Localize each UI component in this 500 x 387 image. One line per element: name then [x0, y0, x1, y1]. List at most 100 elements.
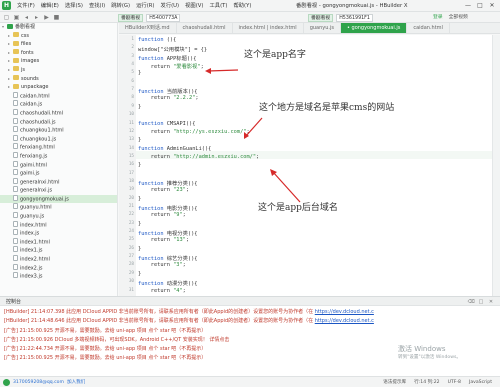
editor-minimap[interactable]	[492, 35, 500, 296]
menu-view[interactable]: 视图(V)	[182, 0, 206, 12]
tree-folder[interactable]: ▸ js	[0, 66, 117, 75]
run-icon[interactable]: ▶	[43, 14, 50, 21]
tree-file[interactable]: index2.js	[0, 263, 117, 273]
editor-tab[interactable]: chaoshudali.html	[177, 23, 233, 33]
minimize-button[interactable]: —	[462, 0, 474, 12]
code-text: return	[138, 128, 174, 135]
tree-file[interactable]: index1.js	[0, 246, 117, 255]
tree-folder[interactable]: ▸ images	[0, 57, 117, 66]
editor-tab[interactable]: HBuilderX到话.md	[119, 23, 177, 33]
login-button[interactable]: 登录	[430, 12, 446, 23]
editor-tab[interactable]: caidan.html	[407, 23, 450, 33]
tree-file[interactable]: fenxiang.js	[0, 151, 117, 161]
code-line: }	[138, 196, 141, 202]
join-us-link[interactable]: 加入我们	[67, 379, 85, 385]
encoding-status[interactable]: UTF-8	[444, 377, 465, 387]
code-text: }	[138, 245, 142, 252]
tree-file[interactable]: index3.js	[0, 272, 117, 281]
menu-goto[interactable]: 跳转(G)	[108, 0, 133, 12]
line-number: 25	[128, 237, 134, 243]
user-account[interactable]: 3170059208@qq.com	[13, 380, 64, 385]
all-videos-button[interactable]: 全部视频	[446, 12, 471, 23]
tree-item-label: guanyu.html	[20, 204, 52, 211]
maximize-button[interactable]: □	[474, 0, 486, 12]
tree-file[interactable]: index1.html	[0, 237, 117, 247]
tree-folder[interactable]: ▸ css	[0, 32, 117, 41]
editor-tab[interactable]: guanyu.js	[304, 23, 341, 33]
menu-publish[interactable]: 发行(U)	[158, 0, 183, 12]
console-link[interactable]: https://dev.dcloud.net.c	[315, 309, 374, 315]
code-keyword: function	[138, 89, 164, 96]
tree-file[interactable]: index.html	[0, 220, 117, 230]
menu-edit[interactable]: 编辑(E)	[38, 0, 62, 12]
menu-find[interactable]: 查找(I)	[86, 0, 108, 12]
app-id-select[interactable]: H5361991F1	[336, 13, 373, 22]
tree-item-label: caidan.js	[20, 101, 43, 108]
tree-file[interactable]: caidan.js	[0, 100, 117, 109]
tree-file[interactable]: generalnxi.js	[0, 186, 117, 195]
save-icon[interactable]: ▣	[13, 14, 20, 21]
menu-select[interactable]: 选择(S)	[62, 0, 86, 12]
watermark-subtitle: 转到"设置"以激活 Windows。	[398, 355, 461, 360]
tree-file[interactable]: chaoshudali.html	[0, 108, 117, 118]
language-mode[interactable]: JavaScript	[465, 377, 496, 387]
tree-file[interactable]: chaoshudali.js	[0, 117, 117, 127]
file-icon	[13, 108, 18, 115]
tree-folder[interactable]: ▸ fonts	[0, 49, 117, 58]
editor-tab[interactable]: • gongyongmokuai.js	[340, 23, 408, 33]
code-text: return	[138, 287, 174, 294]
code-line: }	[138, 162, 141, 168]
editor-tab[interactable]: index.html | index.html	[233, 23, 304, 33]
line-number-gutter: 1 2 3 4 5 6 7 8 9 10 11 12 13 14 15 16 17 18 19 20 21 22 23 24 2…	[119, 35, 136, 296]
tree-item-label: fenxiang.js	[20, 153, 48, 160]
tree-file[interactable]: gaimi.js	[0, 169, 117, 178]
syntax-hint-status[interactable]: 语法提示库	[379, 377, 410, 387]
close-button[interactable]: ✕	[486, 0, 498, 12]
tree-folder[interactable]: ▸ sounds	[0, 75, 117, 84]
tree-file[interactable]: index2.html	[0, 255, 117, 264]
console-line-text: [广告] 21:15:00.925 开源不易，需要鼓励。去给 uni-app 项…	[4, 355, 207, 362]
stop-icon[interactable]: ■	[53, 14, 60, 21]
forward-icon[interactable]: ▸	[33, 14, 40, 21]
tree-file[interactable]: caidan.html	[0, 91, 117, 101]
new-file-icon[interactable]: ▢	[3, 14, 10, 21]
tree-file[interactable]: chuangkou1.html	[0, 126, 117, 135]
tree-item-label: fenxiang.html	[20, 144, 55, 151]
tree-file[interactable]: fenxiang.html	[0, 143, 117, 152]
tree-file[interactable]: gongyongmokuai.js	[0, 194, 117, 204]
device-select[interactable]: H5400773A	[146, 13, 181, 22]
run-target-select[interactable]: 番剧看视	[308, 13, 334, 22]
user-avatar-icon[interactable]	[3, 378, 10, 386]
file-icon	[13, 194, 18, 201]
code-line: return "http://ys.eszxiu.com/";	[138, 129, 250, 135]
tree-file[interactable]: generalnxi.html	[0, 177, 117, 187]
console-link[interactable]: https://dev.dcloud.net.c	[315, 318, 374, 324]
code-text: 综艺分类(){	[163, 256, 198, 263]
back-icon[interactable]: ◂	[23, 14, 30, 21]
code-line: function (){	[138, 37, 176, 43]
file-icon	[13, 160, 18, 167]
line-number: 9	[131, 103, 134, 109]
tree-file[interactable]: index.js	[0, 229, 117, 238]
code-editor[interactable]: function (){window["公用模块"] = {} function …	[136, 35, 500, 296]
menu-help[interactable]: 帮助(Y)	[230, 0, 254, 12]
folder-icon	[13, 57, 19, 63]
menu-tools[interactable]: 工具(T)	[206, 0, 230, 12]
code-text: }	[138, 195, 142, 202]
menu-file[interactable]: 文件(F)	[14, 0, 38, 12]
menu-run[interactable]: 运行(R)	[133, 0, 157, 12]
tree-folder[interactable]: ▸ unpackage	[0, 83, 117, 92]
project-select[interactable]: 番剧看视	[118, 13, 144, 22]
code-text: CMSAPI(){	[163, 120, 196, 127]
tree-project-root[interactable]: ▾ 番剧看视	[0, 23, 117, 32]
tree-file[interactable]: guanyu.js	[0, 212, 117, 221]
line-number: 3	[131, 53, 134, 59]
tree-folder[interactable]: ▸ files	[0, 40, 117, 49]
toolbar: ▢ ▣ ◂ ▸ ▶ ■ 番剧看视 H5400773A 番剧看视 H5361991…	[0, 12, 500, 23]
cursor-position[interactable]: 行:14 列:22	[410, 377, 443, 387]
console-output[interactable]: [HBuilder] 21:14:07.398 此应用 DCloud APPID…	[0, 306, 500, 376]
tree-file[interactable]: chuangkou1.js	[0, 134, 117, 144]
code-line: }	[138, 104, 141, 110]
tree-file[interactable]: gaimi.html	[0, 160, 117, 170]
tree-file[interactable]: guanyu.html	[0, 203, 117, 212]
